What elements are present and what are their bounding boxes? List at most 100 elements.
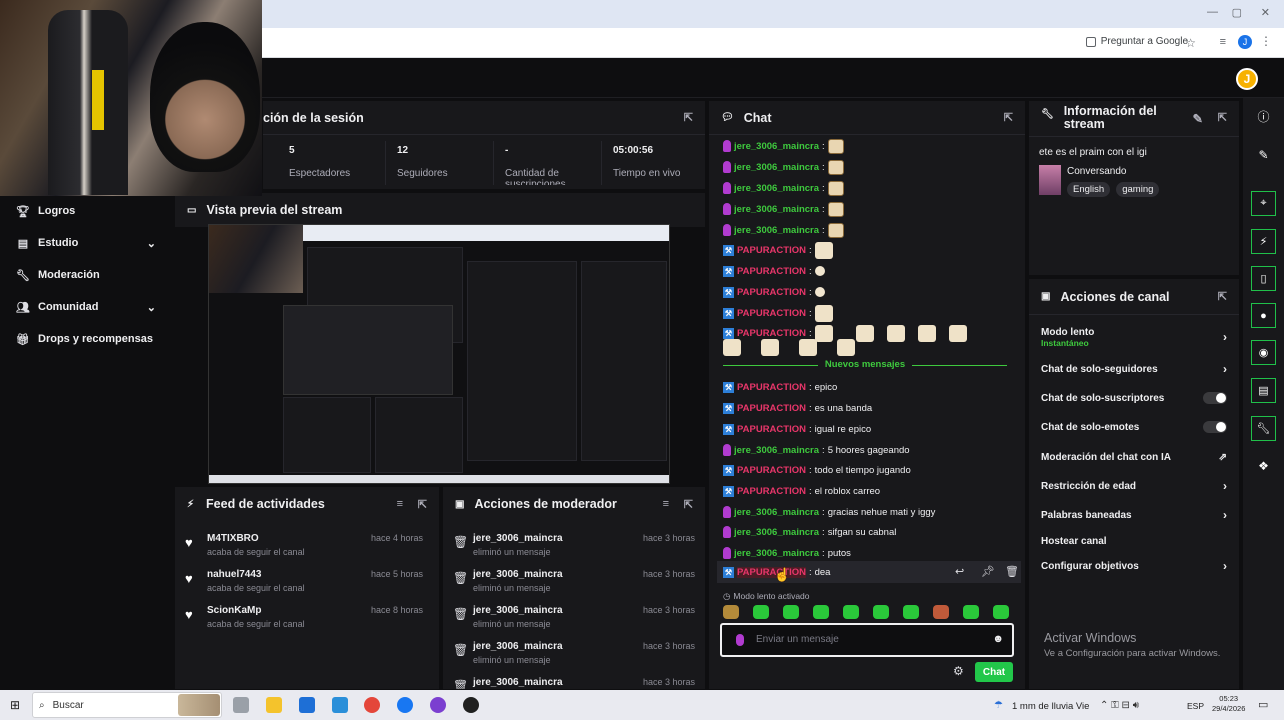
emote-shortcut[interactable] [903, 605, 919, 619]
palette-icon[interactable]: ❖ [1251, 453, 1276, 478]
document-icon[interactable]: ▯ [1251, 266, 1276, 291]
layout-icon[interactable]: ▤ [1251, 378, 1276, 403]
feed-item[interactable]: ♥ ScionKaMp acaba de seguir el canal hac… [175, 603, 435, 639]
feed-item[interactable]: ♥ M4TIXBRO acaba de seguir el canal hace… [175, 531, 435, 567]
windows-start-icon[interactable]: ⊞ [10, 698, 20, 712]
chat-username[interactable]: jere_3006_maincra [734, 548, 819, 559]
close-window-button[interactable]: ✕ [1261, 6, 1270, 19]
file-explorer-icon[interactable] [266, 697, 282, 713]
chat-username[interactable]: PAPURACTION [737, 465, 806, 476]
chat-message[interactable]: jere_3006_maincra: putos [723, 545, 851, 561]
host-channel-row[interactable]: Hostear canal [1041, 533, 1227, 549]
chat-username[interactable]: jere_3006_maincra [734, 183, 819, 194]
chat-message[interactable]: ⚒ PAPURACTION: es una banda [723, 400, 872, 416]
language-indicator[interactable]: ESP [1187, 701, 1204, 711]
chat-message[interactable]: ⚒ PAPURACTION: el roblox carreo [723, 483, 880, 499]
weather-text[interactable]: 1 mm de lluvia Vie [1012, 701, 1089, 712]
chat-username[interactable]: PAPURACTION [737, 566, 806, 578]
chat-send-button[interactable]: Chat [975, 662, 1013, 682]
chat-message[interactable]: ⚒ PAPURACTION: [723, 263, 825, 279]
chat-message[interactable]: ⚒ PAPURACTION: igual re epico [723, 421, 871, 437]
browser-menu-icon[interactable]: ⋮ [1260, 34, 1272, 48]
emote-shortcut[interactable] [753, 605, 769, 619]
popout-icon[interactable]: ⇱ [684, 111, 693, 124]
info-icon[interactable]: ⓘ [1251, 104, 1276, 129]
nav-item-drops[interactable]: 🎁︎ Drops y recompensas [0, 323, 172, 355]
ai-moderation-row[interactable]: Moderación del chat con IA ⇗ [1041, 449, 1227, 465]
chat-username[interactable]: PAPURACTION [737, 287, 806, 298]
maximize-button[interactable]: ▢ [1232, 6, 1242, 19]
facebook-icon[interactable] [397, 697, 413, 713]
broadcast-icon[interactable]: ◉ [1251, 340, 1276, 365]
chat-username[interactable]: PAPURACTION [737, 266, 806, 277]
configure-goals-row[interactable]: Configurar objetivos › [1041, 558, 1227, 574]
chat-message[interactable]: jere_3006_maincra: sifgan su cabnal [723, 524, 896, 540]
reply-icon[interactable]: ↩ [955, 565, 964, 578]
emote-shortcut[interactable] [873, 605, 889, 619]
mod-item[interactable]: 🗑︎ jere_3006_maincra eliminó un mensaje … [443, 567, 705, 603]
ask-google-button[interactable]: Preguntar a Google [1085, 36, 1188, 47]
chat-message[interactable]: jere_3006_maincra: [723, 138, 844, 154]
chrome-icon[interactable] [364, 697, 380, 713]
edit-pencil-icon[interactable]: ✎ [1193, 111, 1203, 126]
notification-icon[interactable]: ▭ [1258, 698, 1268, 711]
filter-icon[interactable]: ≡ [663, 498, 669, 510]
chat-message[interactable]: jere_3006_maincra: gracias nehue mati y i… [723, 504, 935, 520]
chat-username[interactable]: jere_3006_maincra [734, 141, 819, 152]
emote-shortcut[interactable] [783, 605, 799, 619]
edit-pencil-icon[interactable]: ✎ [1251, 142, 1276, 167]
banned-words-row[interactable]: Palabras baneadas › [1041, 507, 1227, 523]
chat-message[interactable]: jere_3006_maincra: [723, 159, 844, 175]
chat-message[interactable]: ⚒ PAPURACTION: [723, 241, 833, 259]
mod-item[interactable]: 🗑︎ jere_3006_maincra hace 3 horas [443, 675, 705, 689]
feed-item[interactable]: ♥ nahuel7443 acaba de seguir el canal ha… [175, 567, 435, 603]
chat-username[interactable]: jere_3006_maincra [734, 162, 819, 173]
mod-item[interactable]: 🗑︎ jere_3006_maincra eliminó un mensaje … [443, 531, 705, 567]
subscribers-only-toggle[interactable] [1203, 392, 1227, 404]
obs-icon[interactable] [430, 697, 446, 713]
mod-item[interactable]: 🗑︎ jere_3006_maincra eliminó un mensaje … [443, 639, 705, 675]
chat-username[interactable]: PAPURACTION [737, 328, 806, 339]
emote-shortcut[interactable] [933, 605, 949, 619]
bookmark-star-icon[interactable]: ☆ [1185, 36, 1196, 50]
tray-icons[interactable]: ⌃ ⚿ ⊟ 🔊︎ [1100, 700, 1139, 711]
chat-username[interactable]: jere_3006_maincra [734, 445, 819, 456]
emote-shortcut[interactable] [963, 605, 979, 619]
edge-icon[interactable] [332, 697, 348, 713]
mod-item[interactable]: 🗑︎ jere_3006_maincra eliminó un mensaje … [443, 603, 705, 639]
delete-icon[interactable]: 🗑︎ [1005, 565, 1019, 578]
chat-message[interactable]: jere_3006_maincra: [723, 222, 844, 238]
chat-username[interactable]: PAPURACTION [737, 486, 806, 497]
task-view-icon[interactable] [233, 697, 249, 713]
chat-message[interactable]: jere_3006_maincra:5 hoores gageando [723, 442, 910, 458]
chat-message[interactable]: ⚒ PAPURACTION: [723, 304, 833, 322]
pin-icon[interactable]: 📌︎ [981, 565, 995, 578]
emote-shortcut[interactable] [723, 605, 739, 619]
nav-item-estudio[interactable]: ▤ Estudio ⌄ [0, 227, 172, 259]
chat-username[interactable]: jere_3006_maincra [734, 527, 819, 538]
chat-message[interactable]: jere_3006_maincra: [723, 201, 844, 217]
clock[interactable]: 05:23 29/4/2026 [1212, 694, 1245, 714]
emote-shortcut[interactable] [813, 605, 829, 619]
popout-icon[interactable]: ⇱ [1004, 111, 1013, 124]
chat-username[interactable]: jere_3006_maincra [734, 204, 819, 215]
chat-username[interactable]: PAPURACTION [737, 382, 806, 393]
emoji-picker-icon[interactable]: ☻ [992, 633, 1004, 645]
chat-username[interactable]: jere_3006_maincra [734, 507, 819, 518]
popout-icon[interactable]: ⇱ [684, 498, 693, 511]
chat-username[interactable]: PAPURACTION [737, 245, 806, 256]
chat-message[interactable]: ⚒ PAPURACTION: todo el tiempo jugando [723, 462, 911, 478]
popout-icon[interactable]: ⇱ [1218, 111, 1227, 124]
chat-input[interactable]: Enviar un mensaje ☻ [720, 623, 1014, 657]
followers-only-row[interactable]: Chat de solo-seguidores › [1041, 361, 1227, 377]
age-restriction-row[interactable]: Restricción de edad › [1041, 478, 1227, 494]
chat-message[interactable]: jere_3006_maincra: [723, 180, 844, 196]
popout-icon[interactable]: ⇱ [418, 498, 427, 511]
nav-item-logros[interactable]: 🏆︎ Logros [0, 195, 172, 227]
lightning-icon[interactable]: ⚡︎ [1251, 229, 1276, 254]
chat-message[interactable]: ⚒ PAPURACTION: epico [723, 379, 837, 395]
tag-gaming[interactable]: gaming [1116, 182, 1160, 197]
extensions-icon[interactable]: ≡ [1220, 36, 1226, 48]
emote-only-toggle[interactable] [1203, 421, 1227, 433]
chat-username[interactable]: PAPURACTION [737, 308, 806, 319]
